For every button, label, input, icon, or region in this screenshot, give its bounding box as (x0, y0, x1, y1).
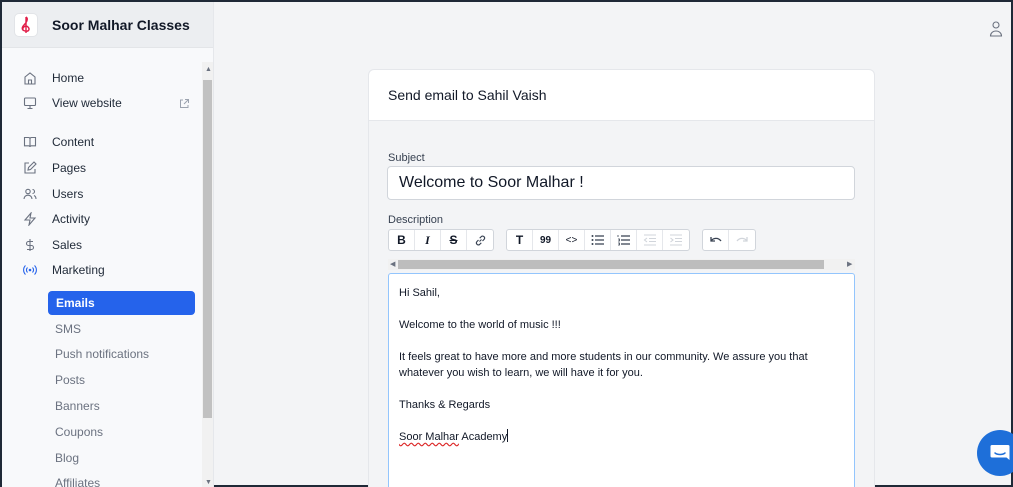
outdent-icon (643, 234, 656, 246)
scroll-right-arrow-icon[interactable]: ▶ (847, 259, 852, 270)
strikethrough-button[interactable]: S (441, 230, 467, 250)
text-caret (507, 429, 509, 442)
email-paragraph: It feels great to have more and more stu… (399, 351, 808, 379)
bullet-list-icon (591, 235, 604, 245)
undo-icon (709, 237, 722, 242)
sidebar-item-label: Marketing (52, 263, 105, 277)
chat-support-button[interactable] (977, 430, 1013, 476)
redo-icon (736, 237, 748, 242)
sidebar-item-pages[interactable]: Pages (22, 158, 86, 178)
bold-button[interactable]: B (389, 230, 415, 250)
code-button[interactable]: <> (559, 230, 585, 250)
editor-toolbar: B I S T 99 <> (388, 229, 855, 251)
sidebar-item-label: Content (52, 135, 95, 149)
sidebar-item-label: View website (52, 96, 122, 110)
link-icon (475, 235, 485, 245)
indent-icon (670, 234, 682, 246)
sidebar-item-label: Pages (52, 161, 87, 175)
sidebar-subitem-sms[interactable]: SMS (55, 319, 81, 339)
scroll-down-arrow-icon[interactable]: ▼ (205, 479, 212, 486)
home-icon (22, 70, 38, 86)
sidebar-subitem-affiliates[interactable]: Affiliates (55, 473, 100, 487)
signature-rest: Academy (458, 431, 508, 443)
users-icon (22, 186, 38, 202)
activity-icon (22, 211, 38, 227)
undo-button[interactable] (703, 230, 729, 250)
description-editor[interactable]: Hi Sahil, Welcome to the world of music … (388, 273, 855, 487)
brand-header[interactable]: Soor Malhar Classes (2, 2, 213, 48)
book-icon (22, 134, 38, 150)
sidebar-subitem-posts[interactable]: Posts (55, 370, 85, 390)
sidebar-scrollbar-thumb[interactable] (203, 80, 212, 418)
sidebar-subitem-coupons[interactable]: Coupons (55, 422, 103, 442)
link-button[interactable] (467, 230, 493, 250)
subject-label: Subject (388, 152, 425, 164)
sidebar-item-content[interactable]: Content (22, 132, 94, 152)
subject-input[interactable] (387, 166, 855, 200)
outdent-button[interactable] (637, 230, 663, 250)
sidebar-item-home[interactable]: Home (22, 68, 84, 88)
bullet-list-button[interactable] (585, 230, 611, 250)
signature-brand-word: Soor Malhar (399, 431, 459, 443)
page-title: Send email to Sahil Vaish (388, 87, 547, 103)
sidebar-subitem-push-notifications[interactable]: Push notifications (55, 344, 149, 364)
scroll-left-arrow-icon[interactable]: ◀ (390, 259, 395, 270)
sidebar-item-label: Sales (52, 238, 83, 252)
sidebar-subitem-banners[interactable]: Banners (55, 396, 100, 416)
description-label: Description (388, 214, 444, 226)
sidebar-item-label: Activity (52, 212, 91, 226)
sidebar-item-activity[interactable]: Activity (22, 209, 90, 229)
toolbar-horizontal-scrollbar[interactable]: ◀ ▶ (388, 259, 855, 270)
email-line: Welcome to the world of music !!! (399, 319, 561, 331)
sidebar-item-label: Users (52, 187, 84, 201)
user-account-icon[interactable] (989, 20, 1003, 43)
history-group (702, 229, 756, 251)
email-card-header: Send email to Sahil Vaish (368, 69, 875, 121)
email-signature: Soor Malhar Academy (399, 429, 844, 445)
block-group: T 99 <> (506, 229, 690, 251)
redo-button[interactable] (729, 230, 755, 250)
sidebar-item-label: Home (52, 71, 85, 85)
external-link-icon[interactable] (179, 96, 190, 114)
edit-icon (22, 160, 38, 176)
sidebar-item-view-website[interactable]: View website (22, 93, 122, 113)
sidebar: Soor Malhar Classes Home View website Co… (2, 2, 214, 487)
format-group: B I S (388, 229, 494, 251)
email-greeting: Hi Sahil, (399, 287, 440, 299)
indent-button[interactable] (663, 230, 689, 250)
horizontal-scrollbar-thumb[interactable] (398, 260, 824, 269)
sidebar-subitem-emails[interactable]: Emails (48, 291, 195, 315)
numbered-list-button[interactable] (611, 230, 637, 250)
email-closing: Thanks & Regards (399, 399, 491, 411)
monitor-icon (22, 95, 38, 111)
dollar-icon (22, 237, 38, 253)
sidebar-item-marketing[interactable]: Marketing (22, 260, 105, 280)
app-title: Soor Malhar Classes (52, 16, 190, 33)
sidebar-item-users[interactable]: Users (22, 184, 83, 204)
quote-button[interactable]: 99 (533, 230, 559, 250)
chat-icon (990, 445, 1010, 460)
sidebar-subitem-blog[interactable]: Blog (55, 448, 79, 468)
heading-button[interactable]: T (507, 230, 533, 250)
broadcast-icon (22, 262, 38, 278)
sidebar-item-sales[interactable]: Sales (22, 235, 82, 255)
treble-clef-logo-icon (14, 12, 38, 37)
scroll-up-arrow-icon[interactable]: ▲ (205, 66, 212, 73)
italic-button[interactable]: I (415, 230, 441, 250)
numbered-list-icon (617, 235, 630, 246)
